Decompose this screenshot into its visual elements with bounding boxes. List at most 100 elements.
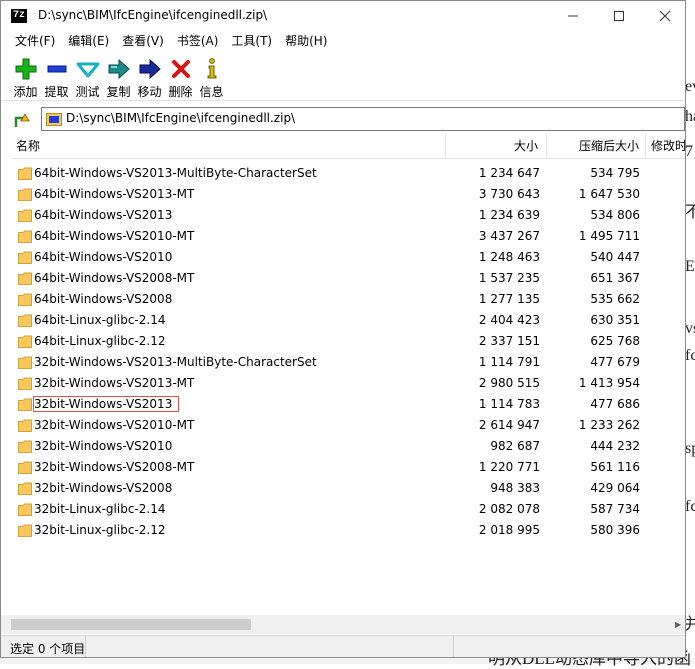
- list-item[interactable]: 64bit-Windows-VS2013-MultiByte-Character…: [11, 164, 685, 185]
- item-size: 2 614 947: [478, 418, 540, 432]
- item-name: 32bit-Windows-VS2008-MT: [34, 460, 195, 474]
- list-item[interactable]: 32bit-Windows-VS2010 982 687 444 232: [11, 437, 685, 458]
- item-size: 1 248 463: [478, 250, 540, 264]
- extract-button[interactable]: 提取: [41, 53, 72, 100]
- list-rows: 64bit-Windows-VS2013-MultiByte-Character…: [11, 164, 685, 542]
- list-item[interactable]: 64bit-Linux-glibc-2.14 2 404 423 630 351: [11, 311, 685, 332]
- list-item[interactable]: 32bit-Windows-VS2013-MT 2 980 515 1 413 95…: [11, 374, 685, 395]
- horizontal-scrollbar[interactable]: ▶: [1, 615, 685, 634]
- item-size: 1 114 791: [478, 355, 540, 369]
- item-size: 2 404 423: [478, 313, 540, 327]
- app-logo-icon: 7z: [11, 9, 27, 23]
- background-text: 并: [685, 616, 695, 633]
- add-button[interactable]: 添加: [10, 53, 41, 100]
- column-divider[interactable]: [445, 134, 446, 158]
- background-text: 7: [685, 143, 693, 160]
- move-icon: [139, 58, 161, 80]
- list-item[interactable]: 64bit-Windows-VS2010 1 248 463 540 447: [11, 248, 685, 269]
- minimize-button[interactable]: [550, 1, 596, 31]
- list-item[interactable]: 32bit-Windows-VS2010-MT 2 614 947 1 233 26…: [11, 416, 685, 437]
- item-packed-size: 535 662: [590, 292, 640, 306]
- item-name: 32bit-Windows-VS2010-MT: [34, 418, 195, 432]
- address-field[interactable]: D:\sync\BIM\IfcEngine\ifcenginedll.zip\: [41, 107, 685, 131]
- list-item[interactable]: 64bit-Windows-VS2008 1 277 135 535 662: [11, 290, 685, 311]
- background-text: vs: [685, 320, 695, 337]
- item-name: 64bit-Windows-VS2008-MT: [34, 271, 195, 285]
- item-name: 64bit-Linux-glibc-2.12: [34, 334, 166, 348]
- copy-label: 复制: [106, 85, 131, 99]
- list-item[interactable]: 32bit-Windows-VS2013 1 114 783 477 686: [11, 395, 685, 416]
- maximize-button[interactable]: [596, 1, 642, 31]
- menu-help[interactable]: 帮助(H): [272, 31, 327, 51]
- item-packed-size: 561 116: [590, 460, 640, 474]
- list-item[interactable]: 64bit-Linux-glibc-2.12 2 337 151 625 768: [11, 332, 685, 353]
- menu-bookmarks[interactable]: 书签(A): [164, 31, 219, 51]
- folder-icon: [18, 167, 32, 180]
- column-header-modified[interactable]: 修改时: [651, 134, 685, 158]
- menu-view[interactable]: 查看(V): [109, 31, 164, 51]
- item-size: 2 337 151: [478, 334, 540, 348]
- test-button[interactable]: 测试: [72, 53, 103, 100]
- folder-icon: [18, 377, 32, 390]
- item-packed-size: 625 768: [590, 334, 640, 348]
- list-item[interactable]: 32bit-Linux-glibc-2.12 2 018 995 580 396: [11, 521, 685, 542]
- copy-button[interactable]: 复制: [103, 53, 134, 100]
- item-packed-size: 444 232: [590, 439, 640, 453]
- background-text: fc: [685, 498, 695, 515]
- column-header-size[interactable]: 大小: [514, 134, 538, 158]
- list-item[interactable]: 64bit-Windows-VS2010-MT 3 437 267 1 495 71…: [11, 227, 685, 248]
- move-button[interactable]: 移动: [134, 53, 165, 100]
- status-bar: 选定 0 个项目: [1, 635, 685, 657]
- scrollbar-thumb[interactable]: [11, 619, 251, 630]
- delete-icon: [171, 60, 190, 78]
- close-icon: [659, 10, 671, 22]
- delete-button[interactable]: 删除: [165, 53, 196, 100]
- column-divider[interactable]: [546, 134, 547, 158]
- column-header-packed-size[interactable]: 压缩后大小: [579, 134, 639, 158]
- file-list[interactable]: 名称 大小 压缩后大小 修改时 64bit-Windows-VS2013-Mul…: [10, 133, 685, 637]
- background-text: ev: [685, 78, 695, 95]
- menu-edit[interactable]: 编辑(E): [55, 31, 109, 51]
- item-name: 64bit-Windows-VS2013-MT: [34, 187, 195, 201]
- list-item[interactable]: 64bit-Windows-VS2008-MT 1 537 235 651 367: [11, 269, 685, 290]
- item-size: 1 114 783: [478, 397, 540, 411]
- item-size: 2 018 995: [478, 523, 540, 537]
- item-name: 64bit-Windows-VS2010: [34, 250, 173, 264]
- list-item[interactable]: 64bit-Windows-VS2013 1 234 639 534 806: [11, 206, 685, 227]
- list-item[interactable]: 32bit-Linux-glibc-2.14 2 082 078 587 734: [11, 500, 685, 521]
- item-size: 1 220 771: [478, 460, 540, 474]
- item-name: 32bit-Linux-glibc-2.14: [34, 502, 166, 516]
- menu-tools[interactable]: 工具(T): [218, 31, 272, 51]
- folder-icon: [18, 188, 32, 201]
- item-name: 64bit-Linux-glibc-2.14: [34, 313, 166, 327]
- info-button[interactable]: 信息: [196, 53, 227, 100]
- test-icon: [76, 62, 99, 78]
- folder-icon: [18, 209, 32, 222]
- status-text: 选定 0 个项目: [10, 642, 86, 656]
- status-divider: [453, 636, 454, 657]
- list-item[interactable]: 32bit-Windows-VS2008 948 383 429 064: [11, 479, 685, 500]
- maximize-icon: [614, 11, 624, 21]
- folder-icon: [18, 272, 32, 285]
- scroll-right-icon[interactable]: ▶: [675, 620, 681, 629]
- list-item[interactable]: 64bit-Windows-VS2013-MT 3 730 643 1 647 53…: [11, 185, 685, 206]
- close-button[interactable]: [642, 1, 685, 31]
- column-divider[interactable]: [645, 134, 646, 158]
- item-packed-size: 630 351: [590, 313, 640, 327]
- toolbar: 添加 提取 测试 复制 移动 删除 信息: [1, 53, 685, 101]
- list-item[interactable]: 32bit-Windows-VS2008-MT 1 220 771 561 116: [11, 458, 685, 479]
- item-size: 3 437 267: [478, 229, 540, 243]
- item-name: 32bit-Windows-VS2013-MultiByte-Character…: [34, 355, 317, 369]
- column-header-name[interactable]: 名称: [16, 134, 40, 158]
- item-packed-size: 1 233 262: [578, 418, 640, 432]
- folder-icon: [18, 419, 32, 432]
- item-packed-size: 540 447: [590, 250, 640, 264]
- item-size: 1 234 639: [478, 208, 540, 222]
- title-bar[interactable]: 7z D:\sync\BIM\IfcEngine\ifcenginedll.zi…: [1, 1, 685, 31]
- list-item[interactable]: 32bit-Windows-VS2013-MultiByte-Character…: [11, 353, 685, 374]
- menu-file[interactable]: 文件(F): [1, 31, 55, 51]
- delete-label: 删除: [168, 85, 193, 99]
- add-icon: [15, 58, 36, 80]
- move-label: 移动: [137, 85, 162, 99]
- up-folder-icon[interactable]: [13, 110, 31, 128]
